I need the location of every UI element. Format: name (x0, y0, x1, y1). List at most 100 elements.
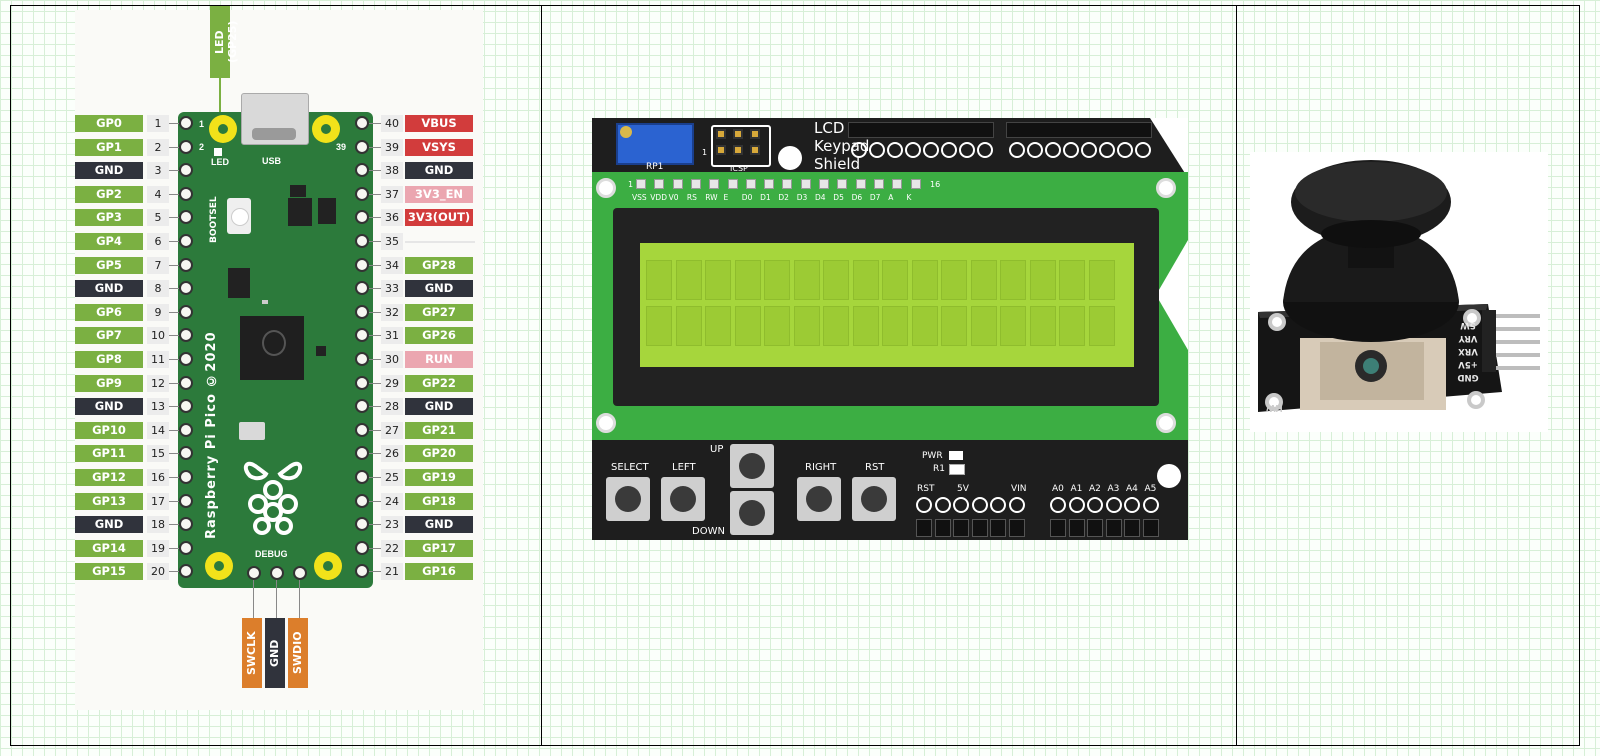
left-button[interactable] (661, 477, 705, 521)
header-pad-icon (1063, 142, 1079, 158)
silk-pin-1: 1 (199, 119, 205, 129)
pin-number-left: 4 (147, 186, 169, 203)
lcd-pin-pad-icon (819, 179, 829, 189)
pin-label-right: GND (405, 516, 473, 533)
pin-number-right: 33 (381, 280, 403, 297)
rp1-label: RP1 (646, 162, 664, 172)
pin-label-right: GP27 (405, 304, 473, 321)
debug-pin-label: SWDIO (291, 631, 304, 675)
flash-chip-icon (228, 268, 250, 298)
pin-label-right: RUN (405, 351, 473, 368)
pin-lead (369, 123, 381, 124)
analog-pin-label: A4 (1126, 484, 1138, 494)
header-pad-icon (1027, 142, 1043, 158)
lcd-char-cell (882, 306, 908, 346)
lcd-char-cell (705, 306, 731, 346)
lcd-char-cell (911, 260, 938, 300)
joystick-mark: HW (1266, 402, 1283, 413)
pin-pad-icon (355, 423, 369, 437)
column-divider-2 (1236, 5, 1237, 746)
pin-number-right: 40 (381, 115, 403, 132)
pin-number-left: 8 (147, 280, 169, 297)
pin-pad-icon (355, 328, 369, 342)
bootsel-button-cap (231, 208, 249, 226)
chip-icon (290, 185, 306, 197)
select-button[interactable] (606, 477, 650, 521)
silk-bootsel: BOOTSEL (209, 196, 219, 244)
lcd-pin-name: D3 (796, 193, 808, 202)
pin-pad-icon (355, 210, 369, 224)
pin-number-right: 34 (381, 257, 403, 274)
power-vin-label: VIN (1011, 484, 1027, 494)
pin-pad-icon (355, 305, 369, 319)
pin-pad-icon (179, 376, 193, 390)
pin-number-left: 2 (147, 139, 169, 156)
pin-lead (369, 335, 381, 336)
right-button[interactable] (797, 477, 841, 521)
analog-pin-label: A1 (1070, 484, 1083, 494)
lcd-pin-pad-icon (892, 179, 903, 189)
lcd-char-cell (1029, 306, 1056, 346)
header-pad-icon (1081, 142, 1097, 158)
header-socket (1068, 519, 1085, 537)
lcd-char-cell (911, 306, 938, 346)
header-pad-icon (916, 497, 932, 513)
pin-number-right: 38 (381, 162, 403, 179)
lcd-pin-pad-icon (690, 179, 701, 189)
down-button[interactable] (730, 491, 774, 535)
pin-number-right: 26 (381, 445, 403, 462)
header-pad-icon (1008, 497, 1025, 513)
lcd-char-cell (852, 306, 879, 346)
pin-label-left: GP10 (75, 422, 143, 439)
pin-pad-icon (179, 210, 193, 224)
pin-pad-icon (179, 541, 193, 555)
lcd-pin-name: K (906, 193, 912, 202)
pin-lead (369, 147, 381, 148)
pin-pad-icon (355, 541, 369, 555)
pin-number-right: 21 (381, 563, 403, 580)
lcd-pin-pad-icon (764, 179, 775, 189)
reset-button[interactable] (852, 477, 896, 521)
pin-label-right: GP28 (405, 257, 473, 274)
debug-pin-lead (299, 580, 300, 618)
debug-pin-lead (276, 580, 277, 618)
pin-label-right: GP19 (405, 469, 473, 486)
column-divider-1 (541, 5, 542, 746)
up-button[interactable] (730, 444, 774, 488)
pin-number-right: 37 (381, 186, 403, 203)
lcd-pin-name: VDD (650, 193, 667, 202)
pin-lead (369, 288, 381, 289)
lcd-pin-1-label: 1 (628, 180, 634, 189)
lcd-char-cell (970, 260, 997, 300)
pin-number-left: 1 (147, 115, 169, 132)
pin-pad-icon (355, 564, 369, 578)
lcd-char-cell (764, 260, 790, 300)
lcd-pin-name: V0 (668, 193, 679, 202)
pin-label-right: GP21 (405, 422, 473, 439)
pin-number-left: 6 (147, 233, 169, 250)
lcd-char-cell (734, 260, 761, 300)
pin-label-right: GP26 (405, 327, 473, 344)
pin-number-left: 3 (147, 162, 169, 179)
pin-label-right: VSYS (405, 139, 473, 156)
pin-number-right: 35 (381, 233, 403, 250)
crystal-icon (239, 422, 265, 440)
header-socket (916, 519, 932, 537)
left-label: LEFT (672, 462, 696, 473)
lcd-char-cell (1088, 260, 1115, 300)
header-pad-icon (1087, 497, 1103, 513)
joystick-pin-label: GND (1457, 372, 1479, 382)
raspberry-chip-logo-icon (262, 330, 286, 356)
lcd-pin-name: D4 (815, 193, 826, 202)
silk-led: LED (211, 157, 229, 167)
lcd-pin-pad-icon (837, 179, 848, 189)
lcd-char-cell (646, 260, 672, 300)
pin-label-left: GP0 (75, 115, 143, 132)
lcd-pin-pad-icon (709, 179, 720, 189)
header-pad-icon (851, 142, 867, 158)
pin-number-left: 17 (147, 493, 169, 510)
board-name-label: Raspberry Pi Pico ©2020 (204, 331, 219, 539)
pin-number-left: 7 (147, 257, 169, 274)
usb-port-icon (252, 128, 296, 140)
pin-pad-icon (355, 234, 369, 248)
